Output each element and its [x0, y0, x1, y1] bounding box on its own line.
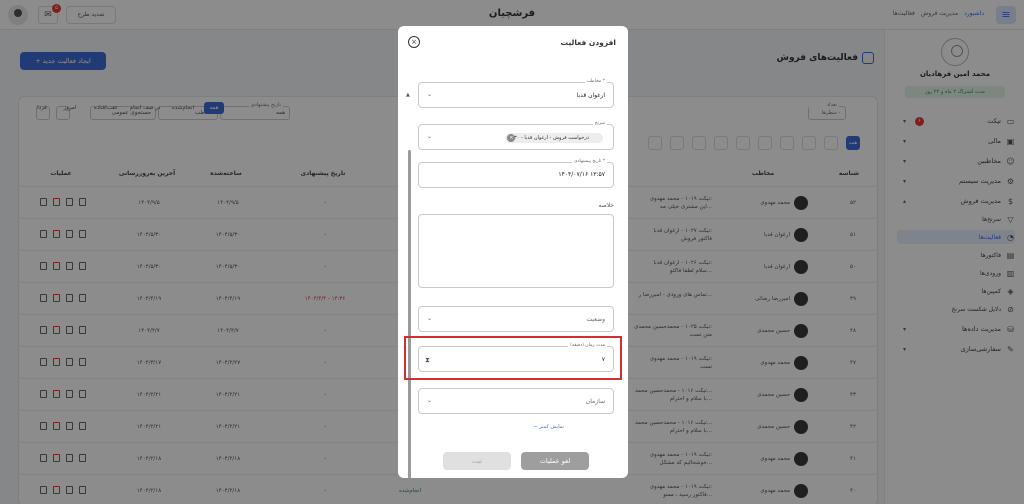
status-select[interactable]: وضعیت ⌄ [418, 306, 614, 332]
summary-textarea[interactable] [418, 214, 614, 288]
submit-button[interactable]: ثبت [443, 452, 511, 470]
scrollbar-thumb[interactable] [408, 150, 411, 478]
chevron-down-icon: ⌄ [427, 133, 433, 140]
contact-select[interactable]: مخاطب * ارغوان قدبا ⌄ [418, 79, 614, 108]
chevron-down-icon: ⌄ [427, 315, 433, 322]
lead-chip: × ۱۳۰ - درخواست فروش - ارغوان قدبا [505, 133, 603, 143]
contact-label: مخاطب * [584, 79, 607, 85]
organization-placeholder: سازمان [585, 398, 605, 405]
suggested-date-label: تاریخ پیشنهادی * [571, 159, 607, 165]
close-icon[interactable]: × [408, 36, 420, 48]
contact-value: ارغوان قدبا [576, 92, 605, 99]
chevron-down-icon: ⌄ [427, 91, 433, 98]
lead-select[interactable]: سرنخ × ۱۳۰ - درخواست فروش - ارغوان قدبا ⌄ [418, 121, 614, 150]
add-activity-dialog: × افزودن فعالیت ▲ ▼ مخاطب * ارغوان قدبا … [398, 26, 628, 478]
lead-chip-text: ۱۳۰ - درخواست فروش - ارغوان قدبا [511, 135, 589, 141]
suggested-date-input[interactable]: تاریخ پیشنهادی * ۱۴۰۴/۰۷/۱۶ ۱۳:۵۷ [418, 159, 614, 188]
status-placeholder: وضعیت [586, 316, 605, 323]
dialog-title: افزودن فعالیت [560, 38, 616, 47]
organization-select[interactable]: سازمان ⌄ [418, 388, 614, 414]
lead-label: سرنخ [592, 121, 607, 127]
show-less-link[interactable]: − نمایش کمتر [534, 424, 564, 430]
duration-highlight-box [404, 336, 622, 380]
scroll-up-icon[interactable]: ▲ [406, 92, 410, 98]
dialog-scrollbar[interactable]: ▲ ▼ [406, 92, 412, 478]
chevron-down-icon: ⌄ [427, 397, 433, 404]
suggested-date-value: ۱۴۰۴/۰۷/۱۶ ۱۳:۵۷ [558, 171, 605, 178]
summary-label: خلاصه [598, 202, 614, 209]
cancel-button[interactable]: لغو عملیات [521, 452, 589, 470]
